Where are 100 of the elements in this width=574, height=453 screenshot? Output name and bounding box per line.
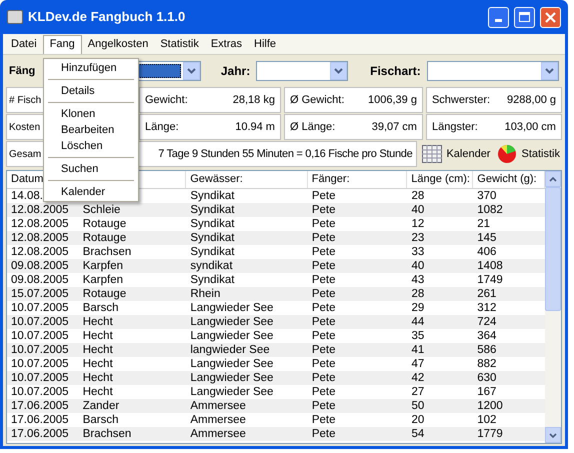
table-cell-text: 586 <box>476 343 498 357</box>
column-header[interactable]: Länge (cm): <box>407 171 474 188</box>
table-cell-text: Ammersee <box>189 399 247 413</box>
stat-label: Ø Länge: <box>290 120 336 135</box>
stat-label: Gewicht: <box>145 92 188 108</box>
menu-option[interactable]: Bearbeiten <box>44 122 138 138</box>
table-cell-text: Syndikat <box>189 231 236 245</box>
table-cell-text: Pete <box>310 259 337 273</box>
table-cell-text: Syndikat <box>189 203 236 217</box>
table-cell-text: 27 <box>410 385 426 399</box>
table-cell-text: 12.08.2005 <box>10 217 70 231</box>
table-cell-text: 15.07.2005 <box>10 287 70 301</box>
column-header[interactable]: Fänger: <box>308 171 408 188</box>
stat-label: Gesam <box>9 148 42 162</box>
calendar-icon <box>422 145 442 163</box>
table-cell-text: Syndikat <box>189 217 236 231</box>
table-cell-text: 1082 <box>476 203 504 217</box>
stat-value: 9288,00 g <box>507 92 556 108</box>
table-cell-text: 35 <box>410 329 426 343</box>
stat-label: Ø Gewicht: <box>290 92 344 108</box>
table-cell-text: Pete <box>310 315 337 329</box>
table-cell-text: Rotauge <box>82 217 128 231</box>
table-cell-text: Pete <box>310 273 337 287</box>
table-cell-text: 1200 <box>476 399 504 413</box>
menu-option[interactable]: Kalender <box>44 184 138 200</box>
table-cell-text: 261 <box>476 287 498 301</box>
menu-option[interactable]: Details <box>44 83 138 99</box>
table-cell-text: Pete <box>310 427 337 441</box>
table-cell-text: Pete <box>310 287 337 301</box>
stat-value: 28,18 kg <box>232 92 275 108</box>
column-header[interactable]: Gewässer: <box>186 171 308 188</box>
table-cell-text: Barsch <box>82 413 120 427</box>
menu-item[interactable]: Fang <box>42 34 82 54</box>
table-cell-text: 47 <box>410 357 426 371</box>
minimize-button[interactable] <box>488 6 509 28</box>
table-cell-text: 312 <box>476 301 498 315</box>
table-cell-text: Karpfen <box>82 273 124 287</box>
maximize-button[interactable] <box>514 6 535 28</box>
table-cell-text: 09.08.2005 <box>10 259 70 273</box>
table-cell-text: Rhein <box>189 287 222 301</box>
chevron-icon <box>541 62 558 80</box>
table-cell-text: Pete <box>310 329 337 343</box>
table-cell-text: 882 <box>476 357 498 371</box>
table-cell-text: 102 <box>476 413 498 427</box>
table-cell-text: 724 <box>476 315 498 329</box>
table-cell-text: Brachsen <box>82 245 132 259</box>
menu-option[interactable]: Suchen <box>44 161 138 177</box>
table-cell-text: Pete <box>310 343 337 357</box>
table-cell-text: Pete <box>310 203 337 217</box>
scroll-thumb[interactable] <box>545 187 561 311</box>
table-cell-text: Ammersee <box>189 427 247 441</box>
table-cell-text: Langwieder See <box>189 371 274 385</box>
table-cell-text: 10.07.2005 <box>10 343 70 357</box>
table-cell-text: Langwieder See <box>189 385 274 399</box>
menu-option[interactable]: Löschen <box>44 138 138 154</box>
menu-item[interactable]: Extras <box>204 34 248 54</box>
stat-value: 10.94 m <box>235 120 275 135</box>
stat-label: Länge: <box>145 120 179 135</box>
table-cell-text: Pete <box>310 413 337 427</box>
dropdown-field[interactable] <box>256 61 348 81</box>
menu-item[interactable]: Angelkosten <box>82 34 154 54</box>
table-cell-text: 40 <box>410 259 426 273</box>
scroll-down-icon[interactable] <box>545 427 561 443</box>
menu-option[interactable]: Hinzufügen <box>44 60 138 76</box>
pie-chart-icon <box>497 144 518 164</box>
menu-item[interactable]: Datei <box>5 34 43 54</box>
menu-option[interactable]: Klonen <box>44 106 138 122</box>
table-cell-text: langwieder See <box>189 343 271 357</box>
stat-label: Schwerster: <box>432 92 490 108</box>
table-cell-text: 50 <box>410 399 426 413</box>
table-cell-text: Rotauge <box>82 231 128 245</box>
table-cell-text: 364 <box>476 329 498 343</box>
statistics-button[interactable]: Statistik <box>495 141 562 167</box>
table-cell-text: Langwieder See <box>189 301 274 315</box>
table-cell-text: 630 <box>476 371 498 385</box>
table-cell-text: Pete <box>310 189 337 203</box>
table-cell-text: 10.07.2005 <box>10 315 70 329</box>
close-button[interactable] <box>540 6 561 28</box>
table-cell-text: 33 <box>410 245 426 259</box>
close-icon <box>545 12 556 22</box>
table-cell-text: 21 <box>476 217 492 231</box>
scroll-up-icon[interactable] <box>545 171 561 187</box>
table-cell-text: Ammersee <box>189 413 247 427</box>
calendar-button[interactable]: Kalender <box>420 141 492 167</box>
table-cell-text: 42 <box>410 371 426 385</box>
table-cell-text: Zander <box>82 399 120 413</box>
table-cell-text: Rotauge <box>82 287 128 301</box>
table-cell-text: 17.06.2005 <box>10 413 70 427</box>
table-cell-text: Hecht <box>82 329 114 343</box>
stat-label: Kosten <box>9 120 40 134</box>
dropdown-field[interactable] <box>426 61 559 81</box>
table-cell-text: Syndikat <box>189 273 236 287</box>
menu-item[interactable]: Statistik <box>154 34 205 54</box>
year-label: Jahr: <box>220 63 250 80</box>
table-cell-text: 29 <box>410 301 426 315</box>
table-cell-text: 09.08.2005 <box>10 273 70 287</box>
scrollbar[interactable] <box>545 171 561 443</box>
menu-item[interactable]: Hilfe <box>248 34 282 54</box>
table-cell-text: 1779 <box>476 427 504 441</box>
table-cell-text: 370 <box>476 189 498 203</box>
